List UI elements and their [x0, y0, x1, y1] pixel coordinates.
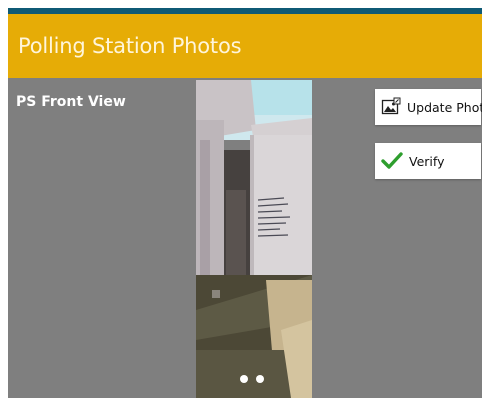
carousel-indicator — [240, 375, 264, 383]
verify-label: Verify — [409, 153, 445, 169]
app-bar: Polling Station Photos — [8, 14, 482, 78]
polling-station-photo[interactable] — [196, 80, 312, 398]
checkmark-icon — [381, 150, 403, 172]
verify-button[interactable]: Verify — [375, 143, 481, 179]
update-photo-label: Update Photo — [407, 99, 482, 115]
section-label: PS Front View — [16, 94, 126, 110]
carousel-dot-1[interactable] — [240, 375, 248, 383]
update-photo-button[interactable]: Update Photo — [375, 89, 482, 125]
photo-image — [196, 80, 312, 398]
image-edit-icon — [381, 96, 401, 118]
carousel-dot-2[interactable] — [256, 375, 264, 383]
screen: Polling Station Photos PS Front View Upd… — [8, 8, 482, 398]
page-title: Polling Station Photos — [18, 34, 242, 58]
